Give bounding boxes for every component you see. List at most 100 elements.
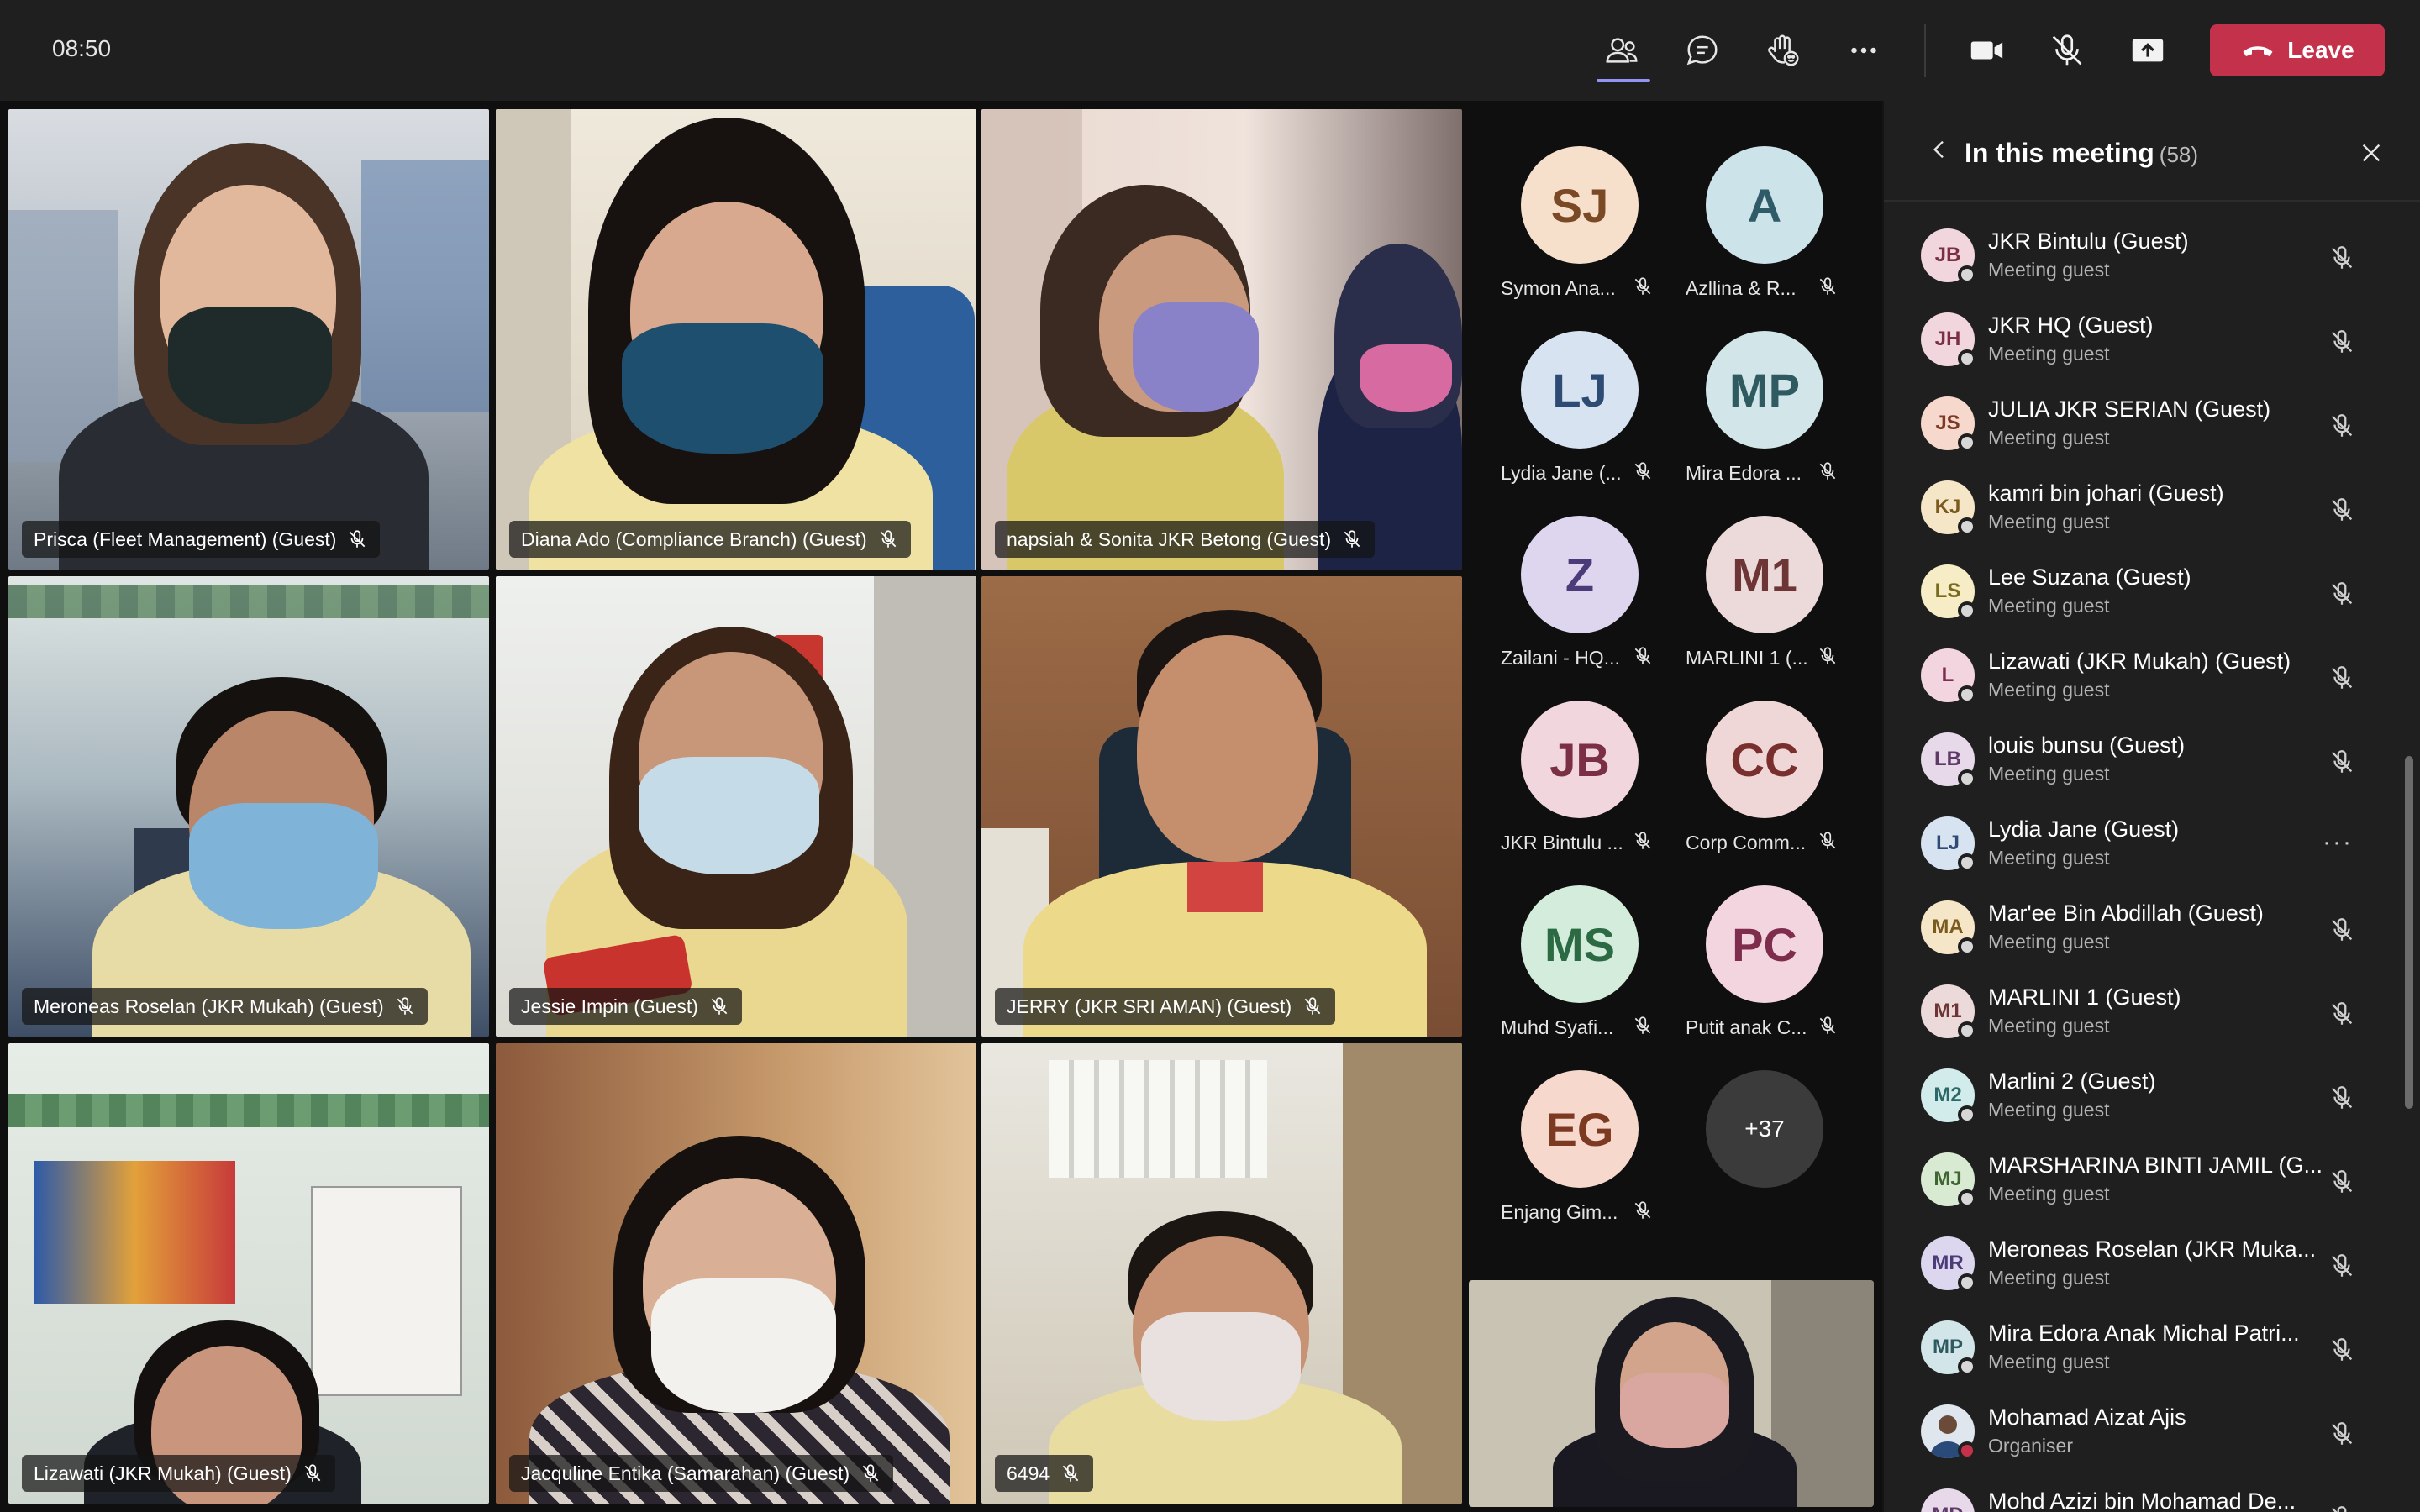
avatar-initials: KJ [1934, 496, 1961, 518]
roster-participant[interactable]: SJ Symon Ana... [1469, 109, 1654, 299]
panel-title-text: In this meeting [1965, 138, 2154, 168]
chevron-left-icon[interactable] [1926, 136, 1953, 163]
more-participants-button[interactable]: +37 [1654, 1033, 1839, 1210]
presence-status-icon [1958, 1189, 1976, 1208]
panel-title: In this meeting (58) [1965, 138, 2198, 169]
more-actions-button[interactable] [1839, 25, 1889, 76]
participant-name: Mohd Azizi bin Mohamad De... [1988, 1488, 2296, 1512]
mic-off-icon[interactable] [2328, 1420, 2356, 1448]
mic-off-icon[interactable] [2328, 244, 2356, 272]
participant-name: Lizawati (JKR Mukah) (Guest) [34, 1462, 292, 1484]
participant-row[interactable]: MDMohd Azizi bin Mohamad De...Meeting gu… [1884, 1473, 2405, 1512]
roster-participant[interactable]: JB JKR Bintulu ... [1469, 664, 1654, 853]
panel-header: In this meeting (58) [1884, 101, 2420, 202]
meeting-toolbar: 08:50 Leave [0, 0, 2420, 101]
mic-off-icon[interactable] [2328, 1168, 2356, 1196]
mic-off-icon[interactable] [2328, 1084, 2356, 1112]
participant-row[interactable]: MR Meroneas Roselan (JKR Muka... Meeting g… [1884, 1221, 2405, 1305]
close-icon[interactable] [2358, 139, 2385, 166]
mic-off-icon[interactable] [2328, 1252, 2356, 1280]
chat-button[interactable] [1677, 25, 1728, 76]
video-tile[interactable]: Diana Ado (Compliance Branch) (Guest) [496, 109, 976, 570]
participant-row[interactable]: MJ MARSHARINA BINTI JAMIL (G... Meeting gu… [1884, 1137, 2405, 1221]
video-tile[interactable]: napsiah & Sonita JKR Betong (Guest) [981, 109, 1462, 570]
roster-participant[interactable]: MS Muhd Syafi... [1469, 848, 1654, 1038]
self-view-video[interactable] [1469, 1280, 1874, 1507]
roster-participant[interactable]: A Azllina & R... [1654, 109, 1839, 299]
presence-status-icon [1958, 433, 1976, 452]
participant-list-scrollbar[interactable] [2405, 756, 2413, 1109]
mic-off-icon[interactable] [2328, 1336, 2356, 1364]
avatar [1921, 1404, 1976, 1460]
video-tile[interactable]: JERRY (JKR SRI AMAN) (Guest) [981, 576, 1462, 1037]
participant-row[interactable]: LS Lee Suzana (Guest) Meeting guest [1884, 549, 2405, 633]
avatar: JB [1921, 228, 1976, 284]
mic-off-icon[interactable] [2328, 496, 2356, 524]
roster-participant[interactable]: M1 MARLINI 1 (... [1654, 479, 1839, 669]
mic-off-icon[interactable] [2328, 412, 2356, 440]
participant-role: Meeting guest [1988, 1183, 2110, 1205]
participant-row[interactable]: Mohamad Aizat Ajis Organiser [1884, 1389, 2405, 1473]
participant-row[interactable]: M2 Marlini 2 (Guest) Meeting guest [1884, 1053, 2405, 1137]
mic-off-icon[interactable] [2328, 916, 2356, 944]
participant-row[interactable]: M1 MARLINI 1 (Guest) Meeting guest [1884, 969, 2405, 1053]
participant-name: louis bunsu (Guest) [1988, 732, 2186, 758]
reactions-button[interactable] [1758, 25, 1808, 76]
avatar: MD [1921, 1488, 1975, 1512]
more-options-icon[interactable]: ··· [2323, 828, 2353, 857]
roster-participant[interactable]: Z Zailani - HQ... [1469, 479, 1654, 669]
video-tile[interactable]: Jacquline Entika (Samarahan) (Guest) [496, 1043, 976, 1504]
participant-row[interactable]: MA Mar'ee Bin Abdillah (Guest) Meeting gue… [1884, 885, 2405, 969]
mic-off-icon[interactable] [2328, 580, 2356, 608]
roster-participant[interactable]: LJ Lydia Jane (... [1469, 294, 1654, 484]
mic-off-icon [862, 1464, 879, 1482]
participants-button[interactable] [1597, 25, 1647, 76]
participant-row[interactable]: JS JULIA JKR SERIAN (Guest) Meeting guest [1884, 381, 2405, 465]
mic-off-icon[interactable] [2328, 328, 2356, 356]
participant-row[interactable]: LB louis bunsu (Guest) Meeting guest [1884, 717, 2405, 801]
participant-role: Meeting guest [1988, 595, 2110, 617]
roster-participant[interactable]: MP Mira Edora ... [1654, 294, 1839, 484]
meeting-timer: 08:50 [52, 35, 112, 61]
mic-off-icon[interactable] [2328, 1000, 2356, 1028]
participant-row[interactable]: MP Mira Edora Anak Michal Patri... Meeting… [1884, 1305, 2405, 1389]
video-tile[interactable]: Meroneas Roselan (JKR Mukah) (Guest) [8, 576, 489, 1037]
roster-participant[interactable]: CC Corp Comm... [1654, 664, 1839, 853]
participant-name: Jacquline Entika (Samarahan) (Guest) [521, 1462, 850, 1484]
video-tile[interactable]: Jessie Impin (Guest) [496, 576, 976, 1037]
participant-row[interactable]: LJ Lydia Jane (Guest) Meeting guest ··· [1884, 801, 2405, 885]
roster-participant[interactable]: EG Enjang Gim... [1469, 1033, 1654, 1223]
participant-name: Mohamad Aizat Ajis [1988, 1404, 2186, 1430]
roster-participant[interactable]: PC Putit anak C... [1654, 848, 1839, 1038]
participant-name-tag: JERRY (JKR SRI AMAN) (Guest) [995, 988, 1336, 1025]
avatar: MJ [1921, 1152, 1976, 1208]
participant-role: Meeting guest [1988, 427, 2110, 449]
mic-off-icon[interactable] [2328, 748, 2356, 776]
participant-row[interactable]: JH JKR HQ (Guest) Meeting guest [1884, 297, 2405, 381]
overflow-count: +37 [1706, 1070, 1823, 1188]
avatar-initials: M2 [1933, 1084, 1962, 1106]
participant-name: Lee Suzana (Guest) [1988, 564, 2191, 590]
leave-button[interactable]: Leave [2210, 24, 2385, 76]
video-tile[interactable]: 6494 [981, 1043, 1462, 1504]
camera-button[interactable] [1961, 25, 2012, 76]
more-icon [1851, 47, 1876, 54]
mic-off-icon[interactable] [2328, 1504, 2356, 1512]
mic-off-icon[interactable] [2328, 664, 2356, 692]
participant-name-tag: Jessie Impin (Guest) [509, 988, 742, 1025]
participant-name: Jessie Impin (Guest) [521, 995, 698, 1017]
participant-name-tag: Prisca (Fleet Management) (Guest) [22, 521, 381, 558]
video-tile[interactable]: Lizawati (JKR Mukah) (Guest) [8, 1043, 489, 1504]
participant-row[interactable]: JB JKR Bintulu (Guest) Meeting guest [1884, 213, 2405, 297]
video-feed [981, 576, 1462, 1037]
video-feed [496, 1043, 976, 1504]
avatar: M2 [1921, 1068, 1976, 1124]
video-feed [496, 109, 976, 570]
participant-row[interactable]: L Lizawati (JKR Mukah) (Guest) Meeting gue… [1884, 633, 2405, 717]
share-screen-button[interactable] [2123, 25, 2173, 76]
video-tile[interactable]: Prisca (Fleet Management) (Guest) [8, 109, 489, 570]
participant-name-tag: Lizawati (JKR Mukah) (Guest) [22, 1455, 335, 1492]
microphone-button[interactable] [2042, 25, 2092, 76]
participant-row[interactable]: KJ kamri bin johari (Guest) Meeting guest [1884, 465, 2405, 549]
roster-participant-name: Enjang Gim... [1501, 1201, 1618, 1223]
